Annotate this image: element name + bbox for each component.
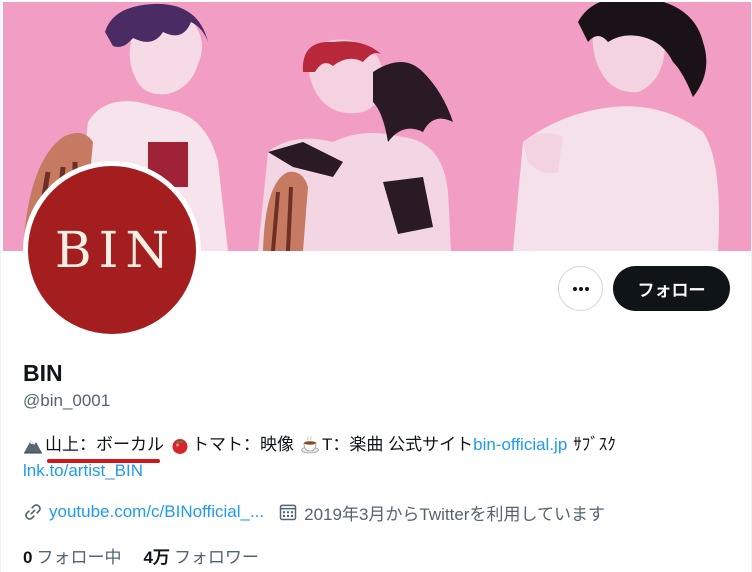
bio-text-subsc: ｻﾌﾞｽｸ (573, 435, 616, 454)
link-icon (25, 504, 41, 520)
joined-date-text: 2019年3月からTwitterを利用しています (304, 504, 605, 524)
avatar-logo-text: BIN (54, 221, 177, 279)
profile-bio: 山上：ボーカル トマト：映像 T：楽曲 公式サイト bin-official.j… (23, 432, 743, 484)
bio-text-music: T：楽曲 公式サイト (322, 435, 474, 454)
website-link[interactable]: youtube.com/c/BINofficial_... (49, 502, 264, 522)
highlighted-text: 山上：ボーカル (45, 432, 164, 463)
bio-line-1: 山上：ボーカル トマト：映像 T：楽曲 公式サイト bin-official.j… (23, 432, 743, 463)
more-options-button[interactable] (558, 266, 603, 311)
avatar[interactable]: BIN (23, 161, 201, 339)
tea-emoji-icon (301, 436, 319, 454)
following-stat[interactable]: 0 フォロー中 (23, 543, 121, 568)
calendar-icon (279, 504, 297, 521)
followers-label: フォロワー (173, 548, 259, 567)
joined-date-item: 2019年3月からTwitterを利用しています (278, 500, 605, 525)
follow-stats: 0 フォロー中 4万 フォロワー (23, 543, 259, 568)
user-handle: @bin_0001 (23, 391, 111, 410)
official-site-link[interactable]: bin-official.jp (473, 432, 567, 458)
website-item: youtube.com/c/BINofficial_... (23, 502, 264, 522)
profile-page: BIN フォロー BIN @bin_0001 山上：ボーカル トマト：映像 T：… (0, 0, 752, 572)
following-label: フォロー中 (36, 548, 122, 567)
bio-text-vocal: 山上：ボーカル (45, 435, 164, 454)
display-name: BIN (23, 360, 63, 386)
following-count: 0 (23, 548, 33, 567)
bio-text-video: トマト：映像 (192, 435, 294, 454)
red-underline-annotation (47, 459, 160, 463)
follow-button[interactable]: フォロー (613, 266, 730, 311)
more-horizontal-icon (572, 286, 589, 291)
profile-meta: youtube.com/c/BINofficial_... 2019年3月からT… (23, 500, 605, 524)
followers-stat[interactable]: 4万 フォロワー (143, 543, 258, 568)
tomato-emoji-icon (172, 439, 188, 454)
avatar-logo: BIN (28, 166, 196, 334)
followers-count: 4万 (143, 548, 170, 567)
mountain-emoji-icon (24, 440, 42, 454)
